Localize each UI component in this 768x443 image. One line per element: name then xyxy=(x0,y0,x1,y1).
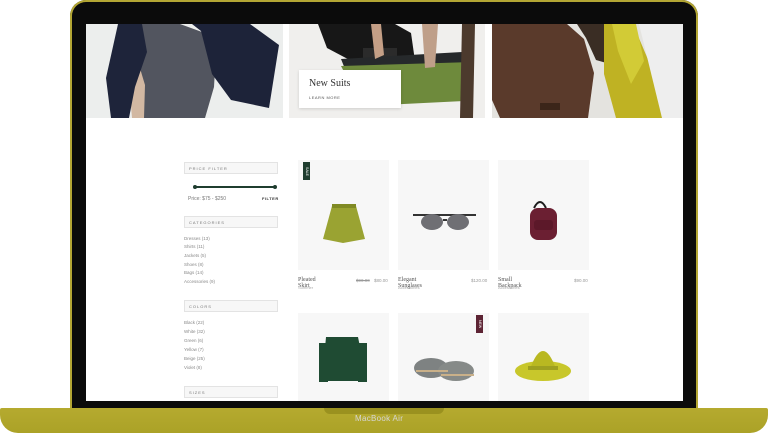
product-card-hat[interactable] xyxy=(498,313,589,401)
product-category: Summer xyxy=(298,285,314,290)
categories-header: CATEGORIES xyxy=(184,216,278,228)
category-item-dresses[interactable]: Dresses (13) xyxy=(184,236,210,241)
product-card-shoes[interactable]: NEW xyxy=(398,313,489,401)
colors-header: COLORS xyxy=(184,300,278,312)
product-price: $80.00 xyxy=(374,278,388,283)
category-item-bags[interactable]: Bags (14) xyxy=(184,270,204,275)
color-item-white[interactable]: White (32) xyxy=(184,329,205,334)
sale-badge: SALE xyxy=(303,162,310,180)
hero-image-left[interactable] xyxy=(86,24,283,118)
product-price: $120.00 xyxy=(471,278,488,283)
category-item-shoes[interactable]: Shoes (8) xyxy=(184,262,204,267)
hero-banner: New Suits LEARN MORE xyxy=(86,24,683,120)
hero-image-right[interactable] xyxy=(492,24,683,118)
filter-sidebar: PRICE FILTER Price: $75 - $250 FILTER CA… xyxy=(184,162,278,398)
product-old-price: $90.00 xyxy=(356,278,370,283)
color-item-yellow[interactable]: Yellow (7) xyxy=(184,347,204,352)
price-slider-track[interactable] xyxy=(194,186,276,188)
product-card-pleated-skirt[interactable]: SALE xyxy=(298,160,389,270)
product-card-sunglasses[interactable] xyxy=(398,160,489,270)
promo-card[interactable]: New Suits LEARN MORE xyxy=(299,70,401,108)
price-slider-min-handle[interactable] xyxy=(193,185,197,189)
product-card-backpack[interactable] xyxy=(498,160,589,270)
learn-more-link[interactable]: LEARN MORE xyxy=(309,95,340,100)
product-category: Accessories xyxy=(398,285,420,290)
price-range-text: Price: $75 - $250 xyxy=(188,196,227,202)
website-screen: New Suits LEARN MORE PRICE FILTER Price:… xyxy=(86,24,683,401)
sizes-header: SIZES xyxy=(184,386,278,398)
color-item-green[interactable]: Green (6) xyxy=(184,338,203,343)
product-category: Accessories xyxy=(498,285,520,290)
new-badge: NEW xyxy=(476,315,483,333)
product-card-green-jacket[interactable] xyxy=(298,313,389,401)
color-item-violet[interactable]: Violet (8) xyxy=(184,365,202,370)
color-item-beige[interactable]: Beige (25) xyxy=(184,356,205,361)
device-brand-label: MacBook Air xyxy=(355,414,404,423)
filter-button[interactable]: FILTER xyxy=(262,196,279,201)
promo-title: New Suits xyxy=(309,78,351,89)
price-slider-max-handle[interactable] xyxy=(273,185,277,189)
category-item-jackets[interactable]: Jackets (5) xyxy=(184,253,206,258)
product-price: $90.00 xyxy=(574,278,588,283)
category-item-accessories[interactable]: Accessories (9) xyxy=(184,279,215,284)
color-item-black[interactable]: Black (22) xyxy=(184,320,204,325)
price-filter-header: PRICE FILTER xyxy=(184,162,278,174)
category-item-shirts[interactable]: Shirts (11) xyxy=(184,244,204,249)
